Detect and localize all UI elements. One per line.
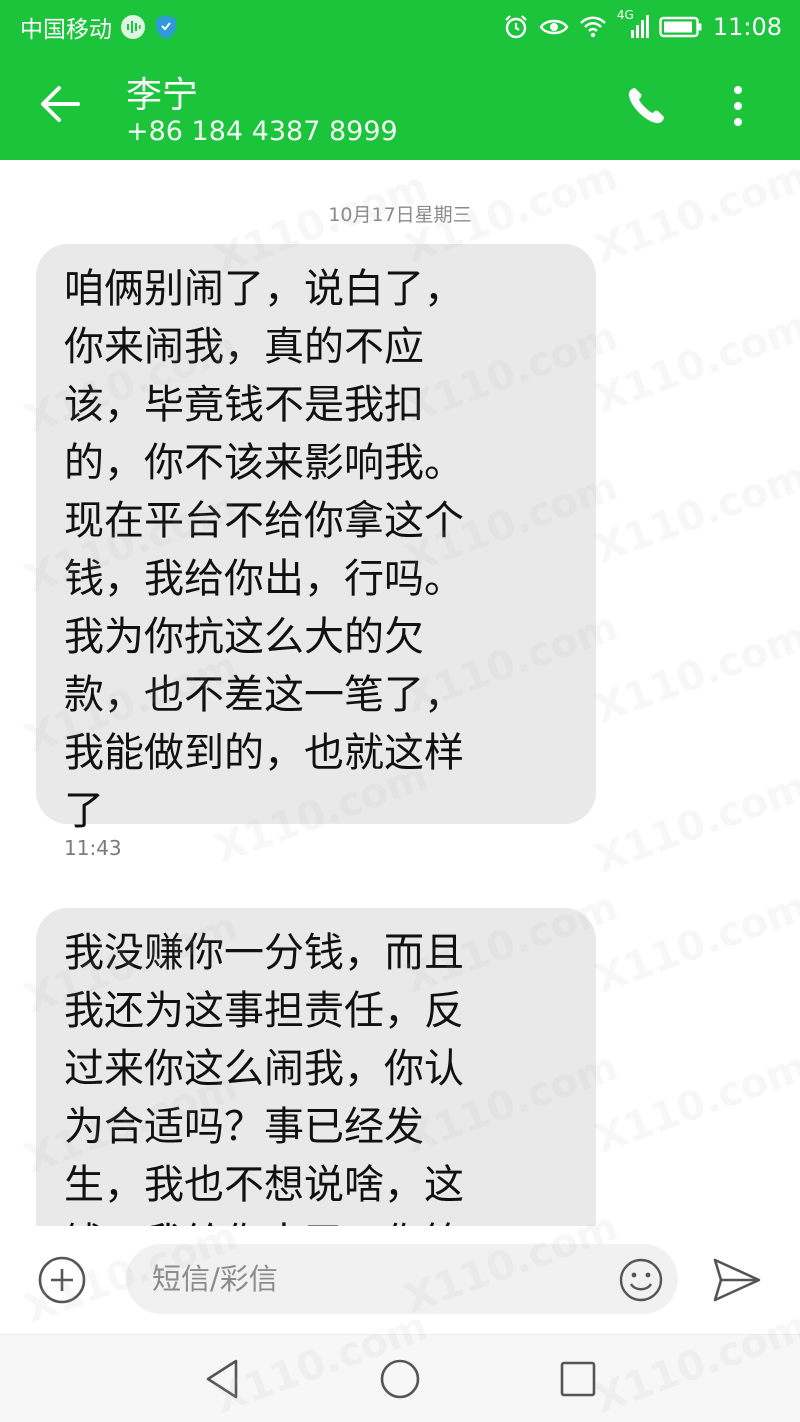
more-vertical-icon: [733, 85, 743, 131]
status-bar-left: 中国移动: [20, 8, 178, 46]
battery-icon: [659, 15, 703, 39]
message-timestamp: 11:43: [64, 836, 122, 860]
triangle-back-icon: [200, 1359, 244, 1405]
contact-name: 李宁: [126, 75, 199, 116]
clock-time: 11:08: [712, 13, 782, 41]
back-button[interactable]: [28, 74, 92, 138]
call-button[interactable]: [618, 80, 674, 136]
message-bubble[interactable]: 我没赚你一分钱，而且 我还为这事担责任，反 过来你这么闹我，你认 为合适吗？事已…: [36, 908, 596, 1226]
message-bubble[interactable]: 咱俩别闹了，说白了， 你来闹我，真的不应 该，毕竟钱不是我扣 的，你不该来影响我…: [36, 244, 596, 834]
wifi-icon: [579, 15, 607, 39]
arrow-left-icon: [38, 84, 82, 128]
shield-icon: [154, 14, 178, 40]
square-recents-icon: [556, 1361, 600, 1405]
message-text: 我没赚你一分钱，而且 我还为这事担责任，反 过来你这么闹我，你认 为合适吗？事已…: [64, 930, 464, 1226]
nav-back-button[interactable]: [200, 1357, 244, 1401]
status-bar: 中国移动 4G 11:08: [0, 0, 800, 52]
carrier-label: 中国移动: [20, 17, 112, 43]
send-icon: [712, 1258, 762, 1308]
status-bar-right: 4G 11:08: [503, 8, 782, 46]
send-button[interactable]: [712, 1256, 762, 1304]
audio-wave-icon: [120, 14, 146, 40]
signal-icon: 4G: [617, 8, 649, 40]
smiley-icon: [618, 1258, 664, 1307]
phone-icon: [625, 85, 667, 131]
nav-recents-button[interactable]: [556, 1357, 600, 1401]
more-options-button[interactable]: [716, 80, 760, 136]
message-text: 咱俩别闹了，说白了， 你来闹我，真的不应 该，毕竟钱不是我扣 的，你不该来影响我…: [64, 266, 464, 834]
message-input[interactable]: [152, 1244, 612, 1314]
eye-icon: [539, 16, 569, 38]
message-list[interactable]: 10月17日星期三 咱俩别闹了，说白了， 你来闹我，真的不应 该，毕竟钱不是我扣…: [0, 160, 800, 1226]
emoji-button[interactable]: [618, 1257, 664, 1303]
add-attachment-button[interactable]: [36, 1254, 88, 1306]
network-type-label: 4G: [616, 8, 634, 22]
message-input-container: [126, 1244, 678, 1314]
date-divider: 10月17日星期三: [328, 204, 472, 226]
alarm-icon: [503, 14, 529, 40]
circle-home-icon: [378, 1359, 422, 1405]
system-navigation-bar: [0, 1334, 800, 1422]
conversation-header: 李宁 +86 184 4387 8999: [0, 52, 800, 160]
nav-home-button[interactable]: [378, 1357, 422, 1401]
composer-bar: [0, 1226, 800, 1334]
contact-number: +86 184 4387 8999: [126, 116, 398, 147]
plus-circle-icon: [36, 1256, 88, 1310]
